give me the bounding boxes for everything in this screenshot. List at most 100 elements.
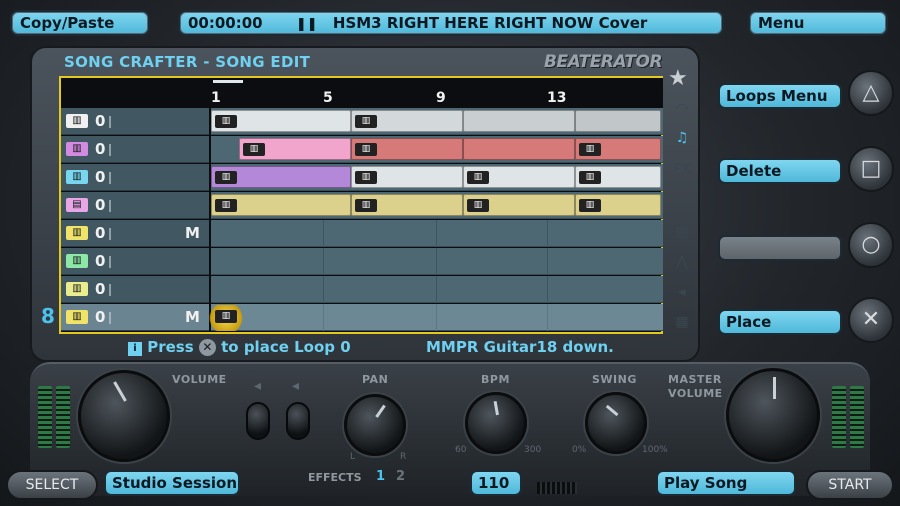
port-grille	[537, 482, 577, 494]
delete-button[interactable]: Delete	[718, 158, 842, 184]
studio-session-button[interactable]: Studio Session	[104, 470, 240, 496]
loop-block[interactable]: ▥	[211, 194, 351, 216]
cross-icon[interactable]: ✕	[848, 297, 894, 343]
square-icon[interactable]: □	[848, 146, 894, 192]
swing-knob[interactable]	[585, 392, 647, 454]
track-row[interactable]: ▥ 0 M	[61, 220, 663, 248]
song-grid[interactable]: 1 5 9 13 ▥ 0 ▥ ▥ ▥ 0 ▥ ▥ ▥ ▥ 0 ▥ ▥ ▥ ▥ ▤…	[59, 76, 663, 334]
circle-action-button[interactable]	[718, 235, 842, 261]
track-lane[interactable]: ▥ ▥	[211, 108, 663, 135]
loop-block[interactable]: ▥	[351, 138, 463, 160]
bpm-knob[interactable]	[465, 392, 527, 454]
track-lane[interactable]	[211, 276, 663, 303]
pan-knob[interactable]	[344, 394, 406, 456]
track-level	[109, 256, 111, 268]
copy-paste-button[interactable]: Copy/Paste	[10, 10, 150, 36]
track-header[interactable]: ▥ 0 M	[61, 220, 209, 247]
bpm-value-field[interactable]: 110	[470, 470, 522, 496]
loop-block[interactable]: ▥	[463, 166, 575, 188]
swing-max-label: 100%	[642, 445, 668, 455]
vu-meter-right	[850, 386, 864, 448]
speaker-icon[interactable]: ◂	[672, 284, 692, 302]
track-row[interactable]: ▥ 0 ▥ ▥ ▥	[61, 136, 663, 164]
placement-cursor[interactable]: ▥	[206, 305, 246, 331]
effects-slot-1[interactable]: 1	[376, 469, 385, 484]
menu-button[interactable]: Menu	[748, 10, 888, 36]
grid-icon[interactable]: ▦	[672, 314, 692, 332]
track-header[interactable]: ▥ 0	[61, 136, 209, 163]
triangle-icon[interactable]: △	[848, 70, 894, 116]
track-number: 0	[95, 308, 106, 326]
track-lane[interactable]	[211, 220, 663, 247]
mute-speaker-icon: ◂	[254, 378, 262, 394]
effect-knob-1[interactable]	[246, 402, 270, 440]
mountain-icon[interactable]: ⋀	[672, 254, 692, 272]
track-lane[interactable]: ▥ ▥ ▥	[211, 136, 663, 163]
mute-indicator[interactable]: M	[185, 308, 200, 326]
effects-label: EFFECTS	[308, 471, 362, 484]
track-row[interactable]: ▤ 0 ▥ ▥ ▥ ▥	[61, 192, 663, 220]
song-title: HSM3 RIGHT HERE RIGHT NOW Cover	[332, 14, 648, 32]
star-icon[interactable]: ★	[668, 66, 688, 91]
loop-icon: ▥	[467, 199, 489, 212]
effects-slot-2[interactable]: 2	[396, 469, 405, 484]
track-number: 0	[95, 112, 106, 130]
music-note-icon[interactable]: ♫	[672, 130, 692, 148]
track-lane[interactable]	[211, 248, 663, 275]
start-button[interactable]: START	[806, 470, 894, 500]
loop-block[interactable]	[463, 138, 575, 160]
loop-icon: ▥	[355, 171, 377, 184]
track-lane[interactable]: ▥ ▥ ▥ ▥	[211, 164, 663, 191]
loop-block[interactable]: ▥	[575, 138, 661, 160]
loop-block[interactable]: ▥	[463, 194, 575, 216]
track-row[interactable]: ▥ 0 ▥ ▥	[61, 108, 663, 136]
track-number: 0	[95, 140, 106, 158]
playhead[interactable]	[213, 80, 243, 83]
loop-block[interactable]: ▥	[351, 110, 463, 132]
keyboard-icon: ▥	[66, 310, 88, 324]
loop-block[interactable]	[575, 110, 661, 132]
loop-block[interactable]: ▥	[351, 166, 463, 188]
loop-block[interactable]: ▥	[575, 166, 661, 188]
track-header[interactable]: ▥ 0	[61, 108, 209, 135]
effect-knob-2[interactable]	[286, 402, 310, 440]
circle-icon[interactable]: ○	[848, 222, 894, 268]
track-row-selected[interactable]: ▥ 0 M ▥	[61, 304, 663, 332]
master-volume-knob[interactable]	[726, 368, 820, 462]
bpm-min-label: 60	[455, 445, 467, 455]
track-header[interactable]: ▤ 0	[61, 192, 209, 219]
ruler-mark: 5	[323, 90, 333, 106]
fx-icon[interactable]: FX	[672, 162, 692, 180]
volume-knob[interactable]	[78, 370, 170, 462]
mute-indicator[interactable]: M	[185, 224, 200, 242]
track-header[interactable]: ▥ 0 M	[61, 304, 209, 331]
track-lane[interactable]	[211, 304, 663, 331]
step-indicator: 8	[41, 304, 55, 328]
track-header[interactable]: ▥ 0	[61, 164, 209, 191]
track-lane[interactable]: ▥ ▥ ▥ ▥	[211, 192, 663, 219]
track-header[interactable]: ▥ 0	[61, 248, 209, 275]
loop-block[interactable]: ▥	[239, 138, 351, 160]
bpm-max-label: 300	[524, 445, 542, 455]
keyboard-icon[interactable]: ▥	[672, 224, 692, 242]
play-song-button[interactable]: Play Song	[656, 470, 796, 496]
loop-block[interactable]: ▥	[351, 194, 463, 216]
loop-block[interactable]: ▥	[211, 166, 351, 188]
track-number: 0	[95, 196, 106, 214]
track-header[interactable]: ▥ 0	[61, 276, 209, 303]
headphones-icon[interactable]: ◠	[672, 101, 692, 119]
track-row[interactable]: ▥ 0	[61, 248, 663, 276]
loop-block[interactable]: ▥	[211, 110, 351, 132]
info-icon: i	[128, 342, 142, 356]
loops-menu-button[interactable]: Loops Menu	[718, 83, 842, 109]
select-button[interactable]: SELECT	[6, 470, 98, 500]
beaterator-app: Copy/Paste 00:00:00 ❚❚ HSM3 RIGHT HERE R…	[0, 0, 900, 506]
track-row[interactable]: ▥ 0	[61, 276, 663, 304]
waveform-icon[interactable]: ≈	[672, 192, 692, 210]
loop-block[interactable]: ▥	[575, 194, 661, 216]
loop-icon: ▥	[215, 310, 237, 323]
place-button[interactable]: Place	[718, 309, 842, 335]
loop-info: MMPR Guitar18 down.	[426, 338, 614, 356]
track-row[interactable]: ▥ 0 ▥ ▥ ▥ ▥	[61, 164, 663, 192]
loop-block[interactable]	[463, 110, 575, 132]
